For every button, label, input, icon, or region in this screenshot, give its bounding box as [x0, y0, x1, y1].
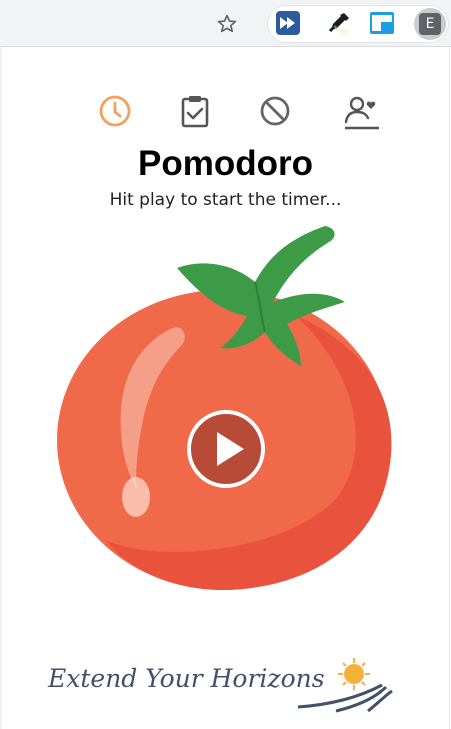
horizon-road-logo — [297, 658, 393, 713]
footer-tagline: Extend Your Horizons — [48, 664, 325, 693]
profile-initial: E — [419, 13, 441, 35]
clipboard-check-icon[interactable] — [176, 92, 214, 130]
profile-avatar[interactable]: E — [414, 8, 446, 40]
page-title: Pomodoro — [138, 144, 313, 183]
bookmark-star-icon[interactable] — [216, 13, 238, 35]
clock-icon[interactable] — [96, 92, 134, 130]
subtitle: Hit play to start the timer... — [109, 190, 342, 210]
fast-forward-icon[interactable] — [275, 10, 301, 36]
browser-toolbar: E — [0, 0, 451, 46]
block-icon[interactable] — [256, 92, 294, 130]
user-heart-icon[interactable] — [343, 92, 381, 130]
play-button[interactable] — [184, 407, 268, 491]
picture-in-picture-icon[interactable] — [369, 10, 395, 36]
eyedropper-icon[interactable] — [326, 10, 352, 36]
